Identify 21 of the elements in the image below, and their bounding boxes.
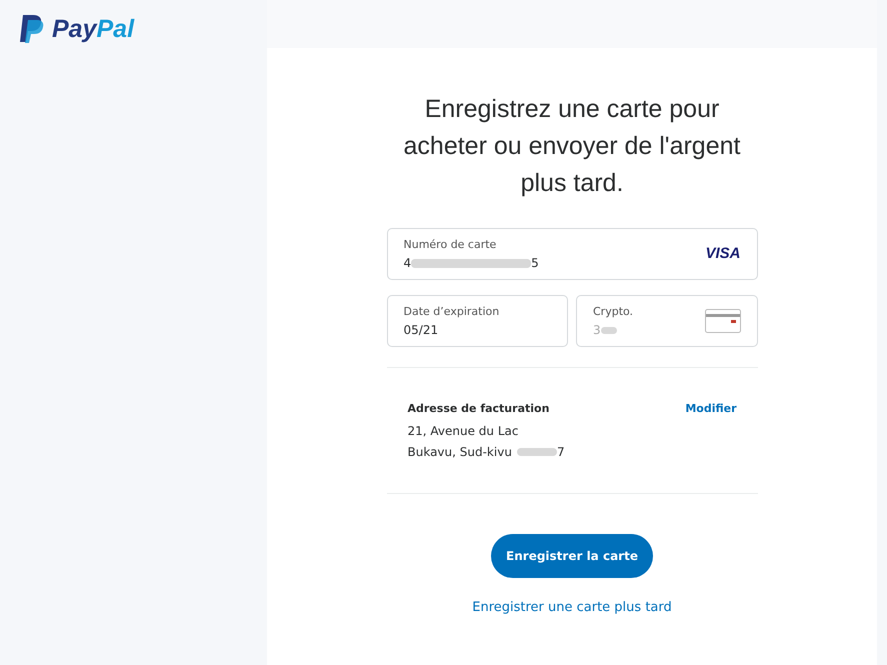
field-label: Numéro de carte [404,238,498,252]
expiry-date-field[interactable]: Date d’expiration 05/21 [386,295,568,347]
address-line: 21, Avenue du Lac [408,424,518,438]
page-heading: Enregistrez une carte pour acheter ou envoyer de l'argent plus tard. [402,94,742,199]
address-line: Bukavu, Sud-kivu [408,445,512,459]
card-number-field[interactable]: Numéro de carte 4 5 VISA [386,228,758,280]
save-card-button[interactable]: Enregistrer la carte [491,534,653,578]
save-later-link[interactable]: Enregistrer une carte plus tard [472,598,672,618]
field-label: Date d’expiration [404,305,500,319]
security-code-field[interactable]: Crypto. 3 [576,295,758,347]
security-code-value: 3 [593,323,601,337]
postal-code: 7 [556,445,565,459]
field-label: Crypto. [593,305,634,319]
card-icon [704,309,740,333]
card-number-value: 5 [531,256,539,270]
edit-link[interactable]: Modifier [685,402,736,416]
expiry-date-value: 05/21 [404,323,438,337]
card-brand-logo: VISA [705,244,740,264]
paypal-logo: PayPal [20,14,134,44]
card-number-value: 4 [404,256,412,270]
billing-address-title: Adresse de facturation [408,402,550,416]
